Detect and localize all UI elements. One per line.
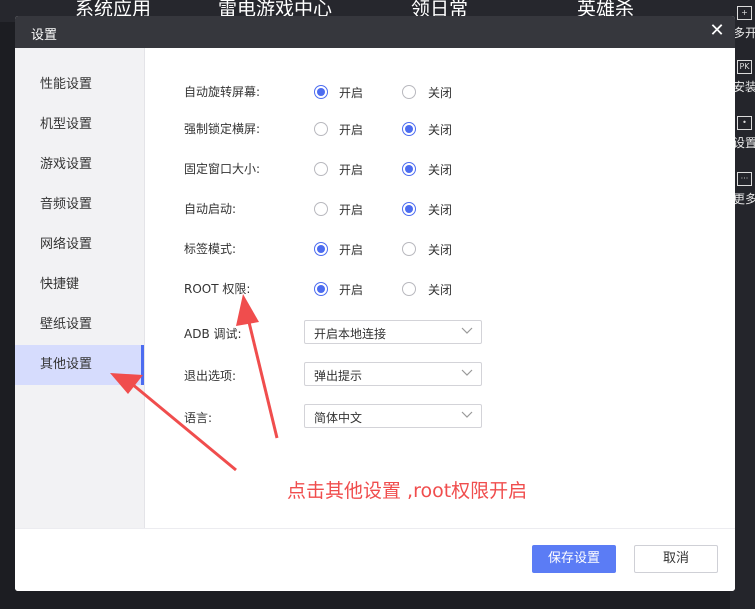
- more-icon: ···: [737, 172, 752, 186]
- language-select[interactable]: 简体中文: [304, 404, 482, 428]
- root-permission-on-label: 开启: [339, 283, 364, 297]
- auto-start-on-label: 开启: [339, 203, 364, 217]
- settings-icon: •: [737, 116, 752, 130]
- plus-icon: +: [737, 6, 752, 20]
- adb-debug-value: 开启本地连接: [314, 327, 387, 341]
- auto-rotate-on-radio[interactable]: [314, 85, 328, 99]
- auto-start-label: 自动启动:: [184, 202, 237, 216]
- auto-rotate-off-label: 关闭: [428, 86, 453, 100]
- root-permission-off-label: 关闭: [428, 283, 453, 297]
- dialog-title: 设置: [31, 28, 58, 43]
- sidebar-item-audio[interactable]: 音频设置: [15, 185, 144, 225]
- close-icon[interactable]: ✕: [707, 20, 727, 42]
- language-value: 简体中文: [314, 411, 363, 425]
- auto-rotate-on-label: 开启: [339, 86, 364, 100]
- sidebar-item-shortcuts[interactable]: 快捷键: [15, 265, 144, 305]
- sidebar-item-network[interactable]: 网络设置: [15, 225, 144, 265]
- settings-dialog: 设置 ✕ 性能设置 机型设置 游戏设置 音频设置 网络设置 快捷键 壁纸设置 其…: [15, 16, 735, 591]
- fixed-window-size-label: 固定窗口大小:: [184, 162, 261, 176]
- auto-start-on-radio[interactable]: [314, 202, 328, 216]
- root-permission-off-radio[interactable]: [402, 282, 416, 296]
- force-landscape-on-radio[interactable]: [314, 122, 328, 136]
- sidebar-item-wallpaper[interactable]: 壁纸设置: [15, 305, 144, 345]
- dialog-footer: 保存设置 取消: [15, 528, 735, 591]
- language-label: 语言:: [184, 411, 213, 425]
- sidebar-item-performance[interactable]: 性能设置: [15, 65, 144, 105]
- force-landscape-label: 强制锁定横屏:: [184, 122, 261, 136]
- exit-option-value: 弹出提示: [314, 369, 363, 383]
- tab-mode-off-radio[interactable]: [402, 242, 416, 256]
- tab-mode-label: 标签模式:: [184, 242, 237, 256]
- settings-content: 自动旋转屏幕: 开启 关闭 强制锁定横屏: 开启 关闭 固定窗口大小: 开启 关…: [145, 48, 735, 528]
- root-permission-on-radio[interactable]: [314, 282, 328, 296]
- save-settings-button[interactable]: 保存设置: [532, 545, 616, 573]
- sidebar-item-game[interactable]: 游戏设置: [15, 145, 144, 185]
- chevron-down-icon: [461, 411, 473, 418]
- exit-option-label: 退出选项:: [184, 369, 237, 383]
- auto-start-off-radio[interactable]: [402, 202, 416, 216]
- chevron-down-icon: [461, 369, 473, 376]
- tab-mode-on-radio[interactable]: [314, 242, 328, 256]
- dialog-header: 设置 ✕: [15, 16, 735, 48]
- sidebar-item-other[interactable]: 其他设置: [15, 345, 144, 385]
- settings-sidebar: 性能设置 机型设置 游戏设置 音频设置 网络设置 快捷键 壁纸设置 其他设置: [15, 48, 145, 528]
- fixed-window-size-on-label: 开启: [339, 163, 364, 177]
- cancel-button[interactable]: 取消: [634, 545, 718, 573]
- force-landscape-off-radio[interactable]: [402, 122, 416, 136]
- tab-mode-on-label: 开启: [339, 243, 364, 257]
- fixed-window-size-off-label: 关闭: [428, 163, 453, 177]
- chevron-down-icon: [461, 327, 473, 334]
- sidebar-item-device-model[interactable]: 机型设置: [15, 105, 144, 145]
- root-permission-label: ROOT 权限:: [184, 282, 251, 296]
- apk-icon: PK: [737, 60, 752, 74]
- auto-rotate-label: 自动旋转屏幕:: [184, 85, 261, 99]
- fixed-window-size-on-radio[interactable]: [314, 162, 328, 176]
- tab-mode-off-label: 关闭: [428, 243, 453, 257]
- annotation-instruction-text: 点击其他设置 ,root权限开启: [287, 480, 528, 502]
- adb-debug-label: ADB 调试:: [184, 327, 242, 341]
- fixed-window-size-off-radio[interactable]: [402, 162, 416, 176]
- auto-rotate-off-radio[interactable]: [402, 85, 416, 99]
- auto-start-off-label: 关闭: [428, 203, 453, 217]
- force-landscape-off-label: 关闭: [428, 123, 453, 137]
- force-landscape-on-label: 开启: [339, 123, 364, 137]
- exit-option-select[interactable]: 弹出提示: [304, 362, 482, 386]
- adb-debug-select[interactable]: 开启本地连接: [304, 320, 482, 344]
